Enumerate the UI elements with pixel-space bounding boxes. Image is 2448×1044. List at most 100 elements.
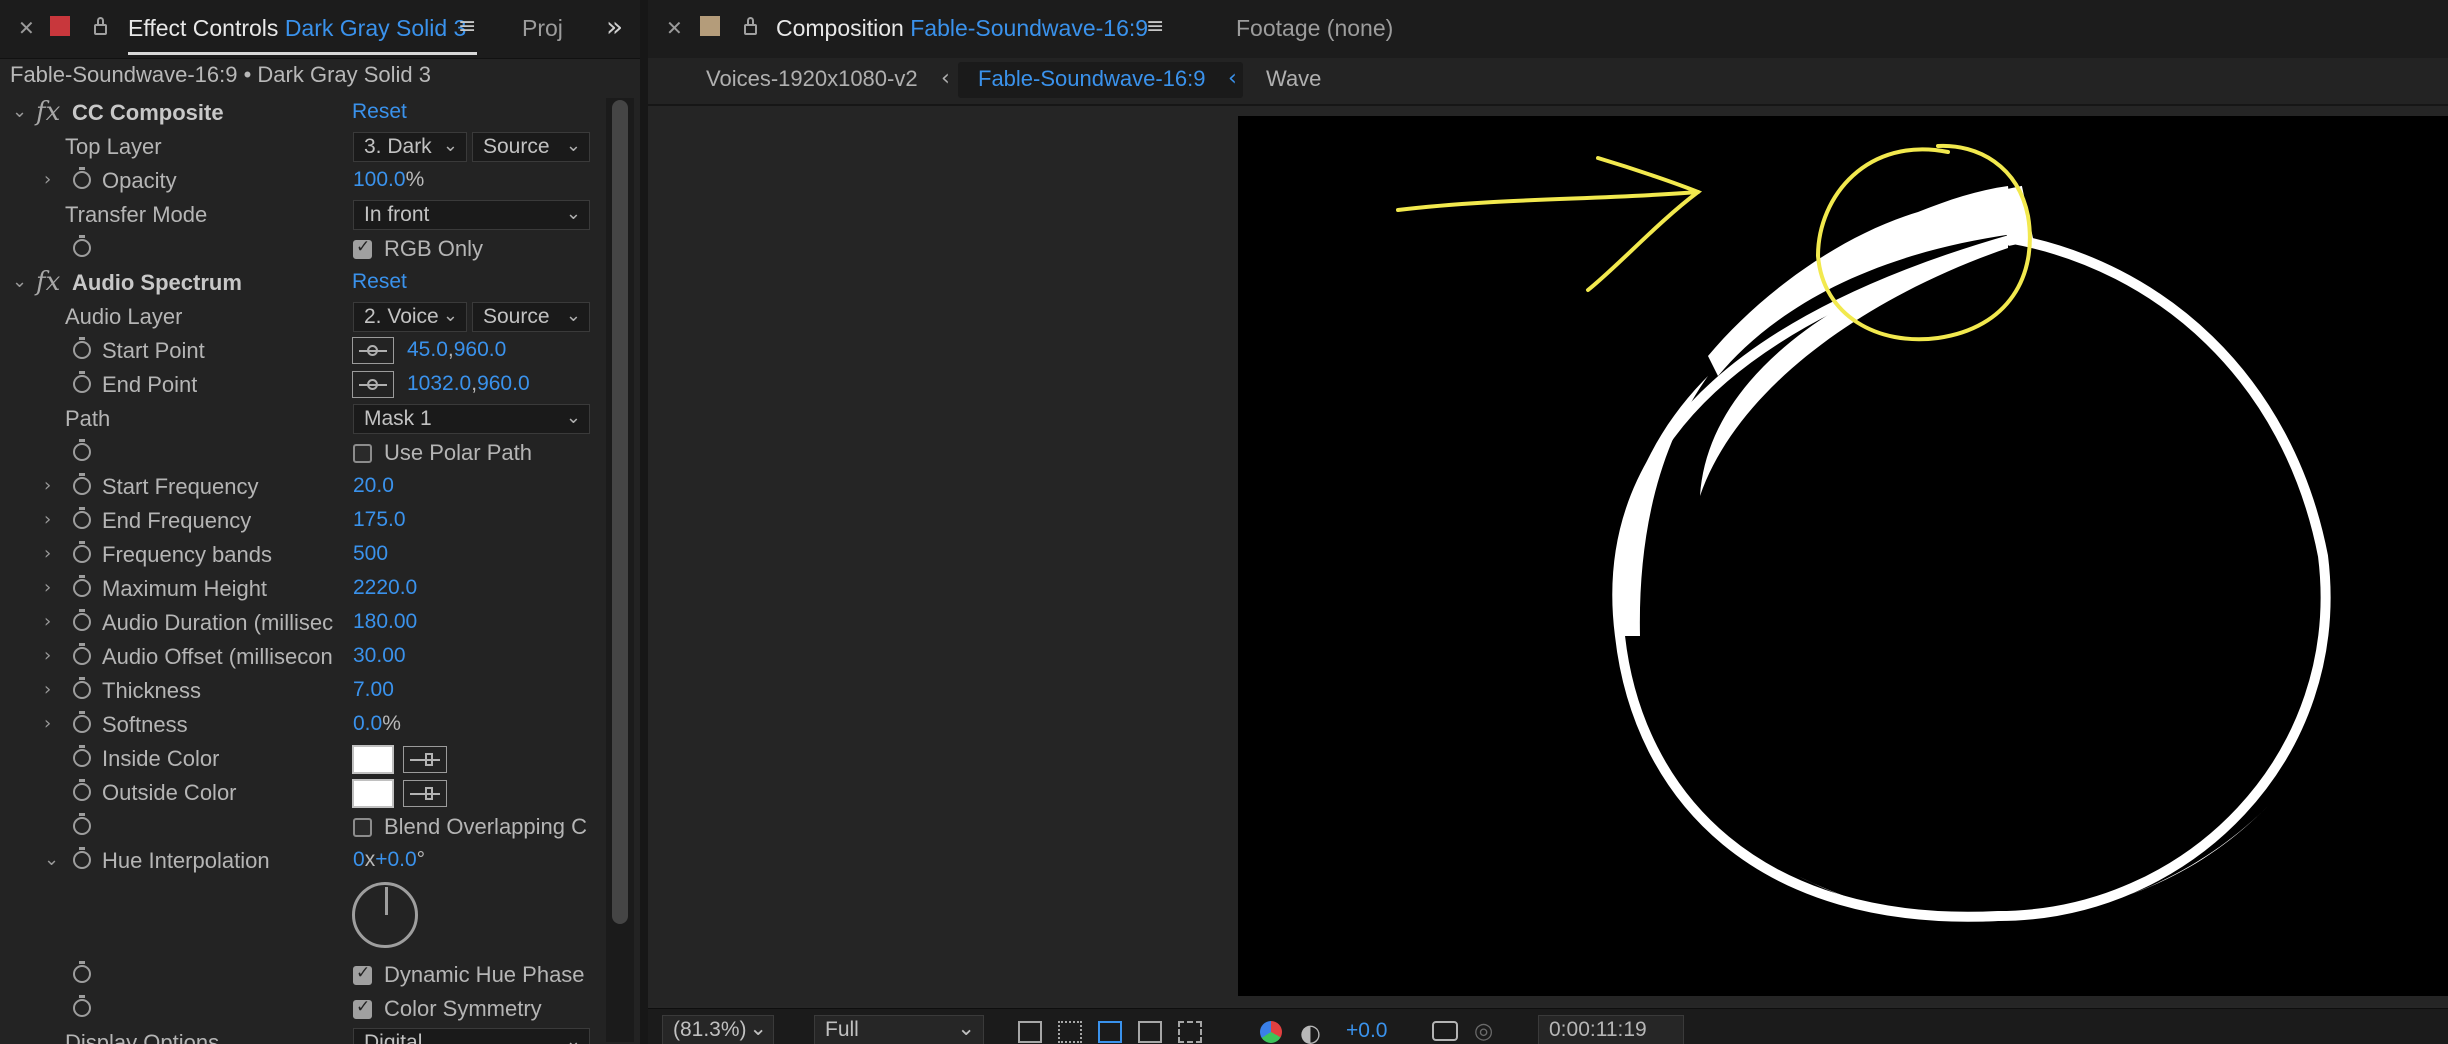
- effect-audio-spectrum[interactable]: ⌄ fx Audio Spectrum Reset: [0, 266, 606, 300]
- region-of-interest-icon[interactable]: [1138, 1021, 1162, 1043]
- stopwatch-icon[interactable]: [73, 337, 91, 359]
- chevron-down-icon[interactable]: ⌄: [44, 849, 59, 870]
- effect-cc-composite[interactable]: ⌄ fx CC Composite Reset: [0, 96, 606, 130]
- exposure-value[interactable]: +0.0: [1346, 1019, 1387, 1043]
- stopwatch-icon[interactable]: [73, 995, 91, 1017]
- stopwatch-icon[interactable]: [73, 507, 91, 529]
- audio-duration-value[interactable]: 180.00: [353, 610, 417, 634]
- lock-icon[interactable]: [94, 17, 107, 35]
- dynamic-hue-phase-checkbox[interactable]: [353, 963, 372, 985]
- reset-button[interactable]: Reset: [352, 100, 407, 124]
- inside-color-swatch[interactable]: [352, 745, 394, 774]
- close-icon[interactable]: ✕: [18, 16, 35, 40]
- grid-guides-icon[interactable]: [1178, 1021, 1202, 1043]
- start-frequency-value[interactable]: 20.0: [353, 474, 394, 498]
- panel-menu-icon[interactable]: ≡: [1146, 14, 1164, 39]
- close-icon[interactable]: ✕: [666, 16, 683, 40]
- stopwatch-icon[interactable]: [73, 813, 91, 835]
- subtab-fable-soundwave[interactable]: Fable-Soundwave-16:9: [978, 66, 1205, 92]
- chevron-right-icon[interactable]: ›: [44, 475, 51, 496]
- stopwatch-icon[interactable]: [73, 779, 91, 801]
- y-value[interactable]: 960.0: [454, 338, 507, 361]
- top-layer-dropdown[interactable]: 3. Dark ⌄: [353, 132, 467, 162]
- stopwatch-icon[interactable]: [73, 961, 91, 983]
- transfer-mode-dropdown[interactable]: In front ⌄: [353, 200, 590, 230]
- tab-effect-controls[interactable]: Effect Controls Dark Gray Solid 3: [128, 15, 466, 42]
- angle-dial[interactable]: [352, 882, 418, 948]
- tab-footage[interactable]: Footage (none): [1236, 15, 1393, 42]
- chevron-right-icon[interactable]: ›: [44, 169, 51, 190]
- stopwatch-icon[interactable]: [73, 575, 91, 597]
- stopwatch-icon[interactable]: [73, 711, 91, 733]
- stopwatch-icon[interactable]: [73, 609, 91, 631]
- revolutions[interactable]: 0: [353, 848, 365, 871]
- opacity-number[interactable]: 100.0: [353, 168, 406, 191]
- audio-offset-value[interactable]: 30.00: [353, 644, 406, 668]
- path-dropdown[interactable]: Mask 1 ⌄: [353, 404, 590, 434]
- lock-icon[interactable]: [744, 17, 757, 35]
- panel-overflow-icon[interactable]: »: [606, 10, 623, 43]
- stopwatch-icon[interactable]: [73, 541, 91, 563]
- composition-viewer[interactable]: [648, 106, 2448, 1006]
- resolution-dropdown[interactable]: Full ⌄: [814, 1015, 984, 1044]
- current-time-display[interactable]: 0:00:11:19: [1538, 1015, 1684, 1044]
- scrollbar[interactable]: [606, 98, 634, 1042]
- eyedropper-icon[interactable]: [403, 780, 447, 807]
- stopwatch-icon[interactable]: [73, 473, 91, 495]
- use-polar-path-checkbox[interactable]: [353, 444, 372, 463]
- stopwatch-icon[interactable]: [73, 677, 91, 699]
- stopwatch-icon[interactable]: [73, 167, 91, 189]
- magnification-dropdown[interactable]: (81.3%) ⌄: [662, 1015, 774, 1044]
- audio-layer-source-dropdown[interactable]: Source ⌄: [472, 302, 590, 332]
- transparency-grid-icon[interactable]: [1058, 1021, 1082, 1043]
- stopwatch-icon[interactable]: [73, 371, 91, 393]
- stopwatch-icon[interactable]: [73, 643, 91, 665]
- y-value[interactable]: 960.0: [477, 372, 530, 395]
- audio-layer-dropdown[interactable]: 2. Voice ⌄: [353, 302, 467, 332]
- tab-composition[interactable]: Composition Fable-Soundwave-16:9: [776, 15, 1148, 42]
- chevron-right-icon[interactable]: ›: [44, 509, 51, 530]
- chevron-down-icon[interactable]: ⌄: [12, 271, 27, 292]
- reset-button[interactable]: Reset: [352, 270, 407, 294]
- chevron-right-icon[interactable]: ›: [44, 713, 51, 734]
- subtab-wave[interactable]: Wave: [1266, 66, 1321, 92]
- exposure-icon[interactable]: ◐: [1300, 1019, 1321, 1044]
- panel-menu-icon[interactable]: ≡: [458, 14, 476, 39]
- chevron-right-icon[interactable]: ›: [44, 577, 51, 598]
- degrees[interactable]: +0.0: [375, 848, 416, 871]
- channels-icon[interactable]: [1260, 1021, 1282, 1043]
- subtab-voices[interactable]: Voices-1920x1080-v2: [706, 66, 918, 92]
- display-options-dropdown[interactable]: Digital ⌄: [353, 1028, 590, 1044]
- chevron-right-icon[interactable]: ›: [44, 543, 51, 564]
- chevron-right-icon[interactable]: ›: [44, 645, 51, 666]
- mask-path-visibility-icon[interactable]: [1098, 1021, 1122, 1043]
- fx-icon[interactable]: fx: [36, 267, 60, 297]
- stopwatch-icon[interactable]: [73, 847, 91, 869]
- crosshair-icon[interactable]: [352, 337, 394, 364]
- color-symmetry-checkbox[interactable]: [353, 997, 372, 1019]
- eyedropper-icon[interactable]: [403, 746, 447, 773]
- stopwatch-icon[interactable]: [73, 235, 91, 257]
- rgb-only-checkbox[interactable]: [353, 237, 372, 259]
- end-frequency-value[interactable]: 175.0: [353, 508, 406, 532]
- thickness-value[interactable]: 7.00: [353, 678, 394, 702]
- scrollbar-thumb[interactable]: [612, 100, 628, 924]
- chevron-right-icon[interactable]: ›: [44, 679, 51, 700]
- x-value[interactable]: 1032.0: [407, 372, 471, 395]
- panel-divider[interactable]: [640, 0, 648, 1044]
- chevron-down-icon[interactable]: ⌄: [12, 101, 27, 122]
- fx-icon[interactable]: fx: [36, 97, 60, 127]
- stopwatch-icon[interactable]: [73, 439, 91, 461]
- blend-overlapping-checkbox[interactable]: [353, 818, 372, 837]
- crosshair-icon[interactable]: [352, 371, 394, 398]
- composition-canvas[interactable]: [1238, 116, 2448, 996]
- opacity-value[interactable]: 100.0%: [353, 168, 424, 192]
- chevron-right-icon[interactable]: ›: [44, 611, 51, 632]
- softness-number[interactable]: 0.0: [353, 712, 382, 735]
- stopwatch-icon[interactable]: [73, 745, 91, 767]
- frequency-bands-value[interactable]: 500: [353, 542, 388, 566]
- tab-project[interactable]: Proj: [522, 15, 563, 42]
- maximum-height-value[interactable]: 2220.0: [353, 576, 417, 600]
- top-layer-source-dropdown[interactable]: Source ⌄: [472, 132, 590, 162]
- fast-previews-icon[interactable]: [1018, 1021, 1042, 1043]
